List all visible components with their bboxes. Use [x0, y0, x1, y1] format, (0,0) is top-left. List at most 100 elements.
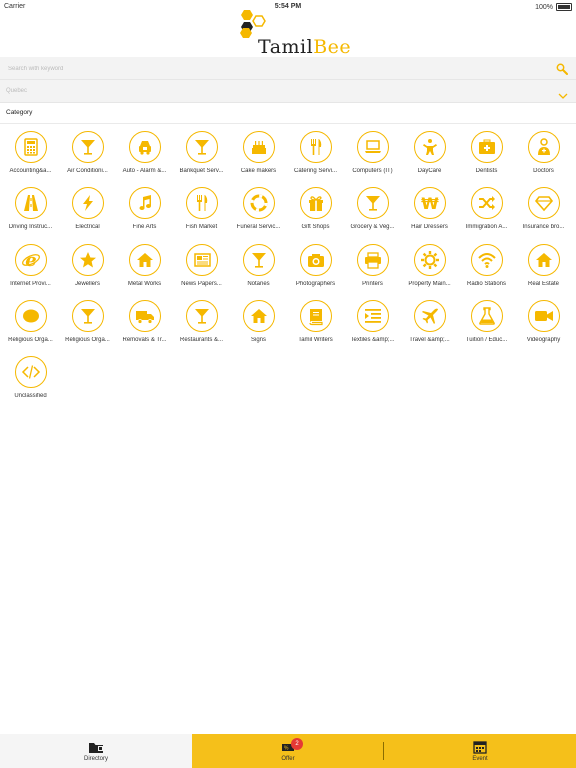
category-item-property-main[interactable]: Property Main...: [401, 243, 458, 300]
category-label: News Papers...: [181, 280, 222, 287]
lifebuoy-icon: [242, 187, 275, 220]
category-item-signs[interactable]: Signs: [230, 299, 287, 356]
category-item-photographers[interactable]: Photographers: [287, 243, 344, 300]
category-item-printers[interactable]: Printers: [344, 243, 401, 300]
category-item-notaries[interactable]: Notaries: [230, 243, 287, 300]
category-label: Tamil Writers: [298, 336, 333, 343]
search-icon[interactable]: [556, 62, 568, 80]
gift-icon: [299, 187, 332, 220]
category-label: Air Conditioni...: [67, 168, 108, 174]
category-item-real-estate[interactable]: Real Estate: [515, 243, 572, 300]
category-label: Unclassified: [14, 393, 47, 399]
category-label: Catering Servi...: [293, 168, 338, 174]
app-logo: TamilBee CANADIAN TAMIL DIRECTORY: [0, 8, 576, 64]
code-icon: [14, 356, 47, 388]
category-item-doctors[interactable]: Doctors: [515, 131, 572, 187]
cocktail-icon: [185, 131, 218, 163]
category-item-fish-market[interactable]: Fish Market: [173, 187, 230, 243]
svg-text:%: %: [284, 746, 289, 752]
brand-name: TamilBee: [258, 36, 352, 58]
category-label: Bankquet Serv...: [179, 168, 224, 174]
home-icon: [527, 243, 560, 276]
cocktail-icon: [242, 243, 275, 276]
category-item-tamil-writers[interactable]: Tamil Writers: [287, 299, 344, 356]
flask-icon: [470, 299, 503, 332]
category-item-unclassified[interactable]: Unclassified: [2, 356, 59, 412]
gear-icon: [413, 243, 446, 276]
road-icon: [14, 187, 47, 220]
category-item-metal-works[interactable]: Metal Works: [116, 243, 173, 300]
category-label: Hair Dressers: [411, 224, 448, 231]
category-item-religious-orga[interactable]: Religious Orga...: [59, 299, 116, 356]
category-label: Real Estate: [527, 280, 560, 287]
category-label: Accounting&a...: [9, 168, 52, 174]
category-item-fine-arts[interactable]: Fine Arts: [116, 187, 173, 243]
category-item-internet-provi[interactable]: e Internet Provi...: [2, 243, 59, 300]
svg-text:₩: ₩: [421, 194, 439, 213]
category-label: Gift Shops: [301, 224, 330, 231]
category-label: Tuition / Educ...: [465, 336, 508, 343]
category-item-driving-instruc[interactable]: Driving Instruc...: [2, 187, 59, 243]
category-label: Grocery & Veg...: [350, 224, 395, 231]
category-item-radio-stations[interactable]: Radio Stations: [458, 243, 515, 300]
category-item-bankquet-serv[interactable]: Bankquet Serv...: [173, 131, 230, 187]
category-item-electrical[interactable]: Electrical: [59, 187, 116, 243]
plane-icon: [413, 299, 446, 332]
category-item-hair-dressers[interactable]: ₩ Hair Dressers: [401, 187, 458, 243]
category-item-accounting-a[interactable]: Accounting&a...: [2, 131, 59, 187]
won-icon: ₩: [413, 187, 446, 220]
calculator-icon: [14, 131, 47, 163]
category-label: Auto - Alarm &...: [122, 168, 167, 174]
wifi-icon: [470, 243, 503, 276]
category-item-jewellers[interactable]: Jewellers: [59, 243, 116, 300]
category-label: DayCare: [417, 168, 442, 174]
category-item-computers-it[interactable]: Computers (IT): [344, 131, 401, 187]
category-item-removals-tr[interactable]: Removals & Tr...: [116, 299, 173, 356]
category-item-textiles-and[interactable]: Textiles &amp;...: [344, 299, 401, 356]
category-label: Restaurants &...: [179, 336, 224, 343]
shuffle-icon: [470, 187, 503, 220]
category-label: Driving Instruc...: [8, 224, 53, 231]
category-label: Fine Arts: [132, 224, 157, 231]
category-label: Dentists: [475, 168, 498, 174]
category-label: Immigration A...: [465, 224, 508, 231]
category-item-travel-and[interactable]: Travel &amp;...: [401, 299, 458, 356]
cocktail-icon: [356, 187, 389, 220]
category-label: Photographers: [295, 280, 336, 287]
category-label: Doctors: [533, 168, 554, 174]
folder-icon: [89, 743, 103, 753]
search-bar: [0, 57, 576, 80]
category-item-funeral-servic[interactable]: Funeral Servic...: [230, 187, 287, 243]
category-item-religious-orga[interactable]: Religious Orga...: [2, 299, 59, 356]
tab-offer[interactable]: % Offer: [192, 734, 384, 768]
category-item-auto-alarm[interactable]: Auto - Alarm &...: [116, 131, 173, 187]
category-item-immigration-a[interactable]: Immigration A...: [458, 187, 515, 243]
category-item-dentists[interactable]: Dentists: [458, 131, 515, 187]
cocktail-icon: [71, 131, 104, 163]
category-item-grocery-veg[interactable]: Grocery & Veg...: [344, 187, 401, 243]
category-label: Funeral Servic...: [236, 224, 281, 231]
book-icon: [299, 299, 332, 332]
search-input[interactable]: [6, 61, 540, 77]
cocktail-icon: [71, 299, 104, 332]
category-item-gift-shops[interactable]: Gift Shops: [287, 187, 344, 243]
svg-text:e: e: [25, 250, 36, 270]
category-item-cake-makers[interactable]: Cake makers: [230, 131, 287, 187]
tab-event[interactable]: Event: [384, 734, 576, 768]
province-selector[interactable]: Quebec: [0, 80, 576, 103]
category-item-air-conditioni[interactable]: Air Conditioni...: [59, 131, 116, 187]
tab-directory[interactable]: Directory: [0, 734, 192, 768]
star-icon: [71, 243, 104, 276]
category-label: Religious Orga...: [65, 336, 110, 343]
home-icon: [128, 243, 161, 276]
category-label: Cake makers: [240, 168, 277, 174]
category-item-videography[interactable]: Videography: [515, 299, 572, 356]
category-item-daycare[interactable]: DayCare: [401, 131, 458, 187]
utensils-icon: [185, 187, 218, 220]
category-item-restaurants[interactable]: Restaurants &...: [173, 299, 230, 356]
category-item-news-papers[interactable]: News Papers...: [173, 243, 230, 300]
category-heading: Category: [6, 109, 33, 116]
category-item-catering-servi[interactable]: Catering Servi...: [287, 131, 344, 187]
category-item-tuition-educ[interactable]: Tuition / Educ...: [458, 299, 515, 356]
category-item-insurance-bro[interactable]: Insurance bro...: [515, 187, 572, 243]
